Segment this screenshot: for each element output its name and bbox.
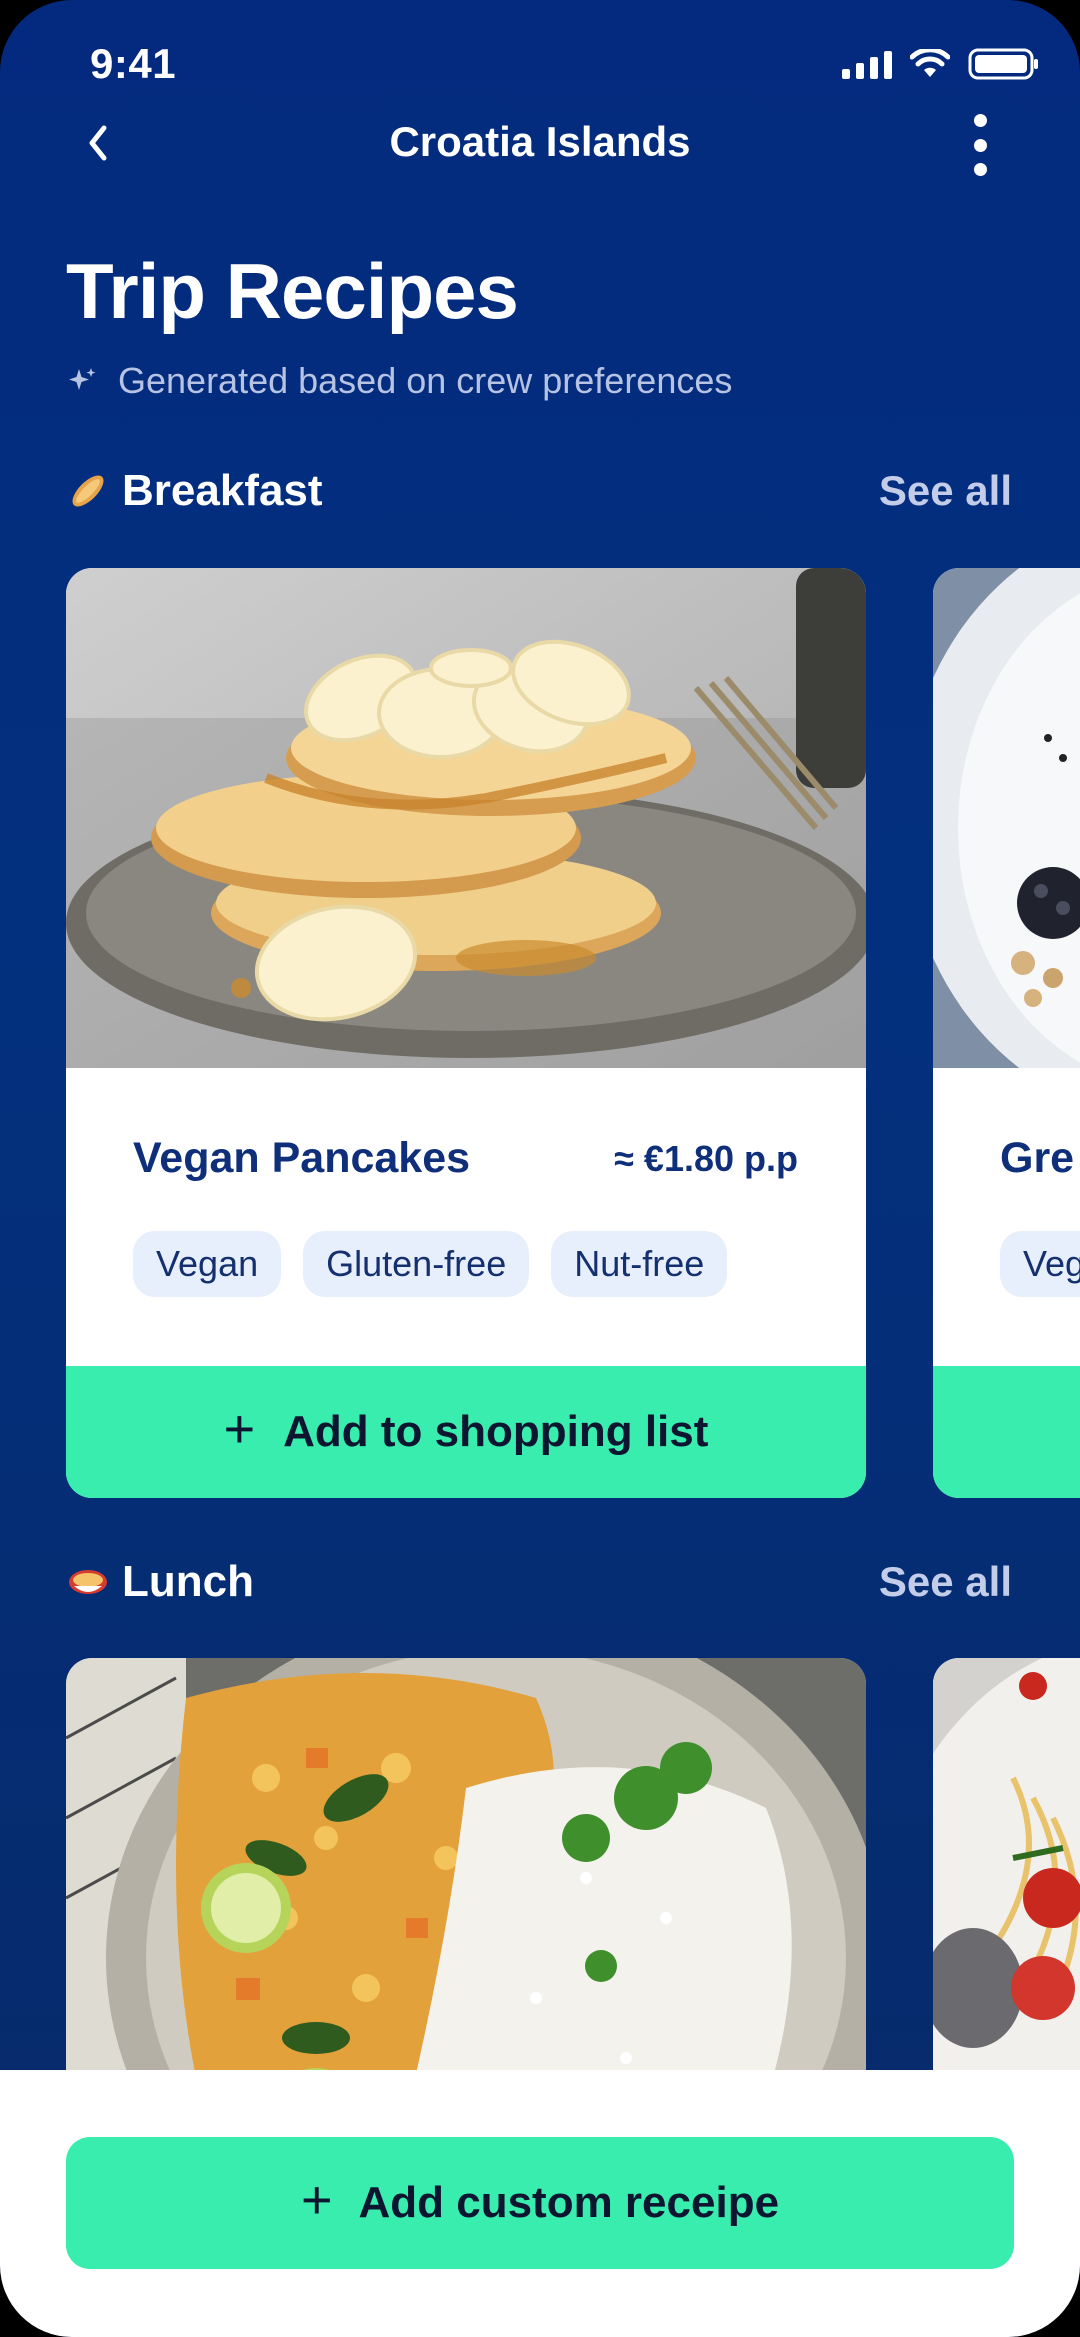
add-to-shopping-list-label: Add to shopping list	[283, 1407, 709, 1456]
cellular-signal-icon	[842, 49, 892, 79]
section-title-text: Lunch	[122, 1557, 254, 1606]
section-title-breakfast: Breakfast	[66, 466, 323, 516]
tag-nut-free: Nut-free	[551, 1231, 728, 1297]
see-all-lunch-link[interactable]: See all	[879, 1558, 1012, 1606]
lunch-section-header: Lunch See all	[66, 1557, 1012, 1607]
see-all-breakfast-link[interactable]: See all	[879, 467, 1012, 515]
plus-icon: +	[223, 1399, 256, 1459]
status-time: 9:41	[90, 40, 177, 87]
recipe-image-pancakes	[66, 568, 866, 1068]
pasta-bowl-icon	[69, 1570, 107, 1594]
recipe-price: ≈ €1.80 p.p	[614, 1138, 798, 1179]
recipe-name: Vegan Pancakes	[133, 1134, 471, 1182]
page-title: Trip Recipes	[66, 247, 519, 335]
recipe-image-yogurt-bowl	[933, 568, 1080, 1068]
recipe-tags: Veg	[1000, 1231, 1080, 1297]
breakfast-section-header: Breakfast See all	[66, 466, 1012, 516]
subtitle: Generated based on crew preferences	[66, 360, 732, 402]
recipe-card-body: Gre Veg	[933, 1068, 1080, 1366]
recipe-card[interactable]: Vegan Pancakes ≈ €1.80 p.p Vegan Gluten-…	[66, 568, 866, 1498]
tag-vegan: Veg	[1000, 1231, 1080, 1297]
tag-vegan: Vegan	[133, 1231, 282, 1297]
battery-icon	[968, 48, 1038, 80]
status-icons	[842, 48, 1040, 80]
recipe-tags: Vegan Gluten-free Nut-free	[133, 1231, 728, 1297]
add-custom-recipe-label: Add custom receipe	[358, 2178, 780, 2227]
bread-icon	[72, 475, 104, 507]
recipe-name: Gre	[1000, 1134, 1075, 1182]
more-options-icon[interactable]	[970, 114, 990, 176]
tag-gluten-free: Gluten-free	[303, 1231, 530, 1297]
section-title-text: Breakfast	[122, 466, 323, 515]
subtitle-text: Generated based on crew preferences	[118, 360, 733, 401]
section-title-lunch: Lunch	[66, 1557, 254, 1607]
sparkle-icon	[69, 368, 96, 390]
recipe-card-body: Vegan Pancakes ≈ €1.80 p.p Vegan Gluten-…	[66, 1068, 866, 1366]
nav-title: Croatia Islands	[389, 118, 691, 165]
phone-screen: 9:41 Croatia Islands Trip Recipes Genera…	[0, 0, 1080, 2337]
add-to-shopping-list-button[interactable]: + Add to shopping list	[66, 1366, 866, 1498]
wifi-icon	[910, 49, 950, 77]
plus-icon: +	[300, 2170, 333, 2230]
add-to-shopping-list-button[interactable]	[933, 1366, 1080, 1498]
recipe-card[interactable]: Gre Veg	[933, 568, 1080, 1498]
add-custom-recipe-button[interactable]: + Add custom receipe	[66, 2137, 1014, 2269]
